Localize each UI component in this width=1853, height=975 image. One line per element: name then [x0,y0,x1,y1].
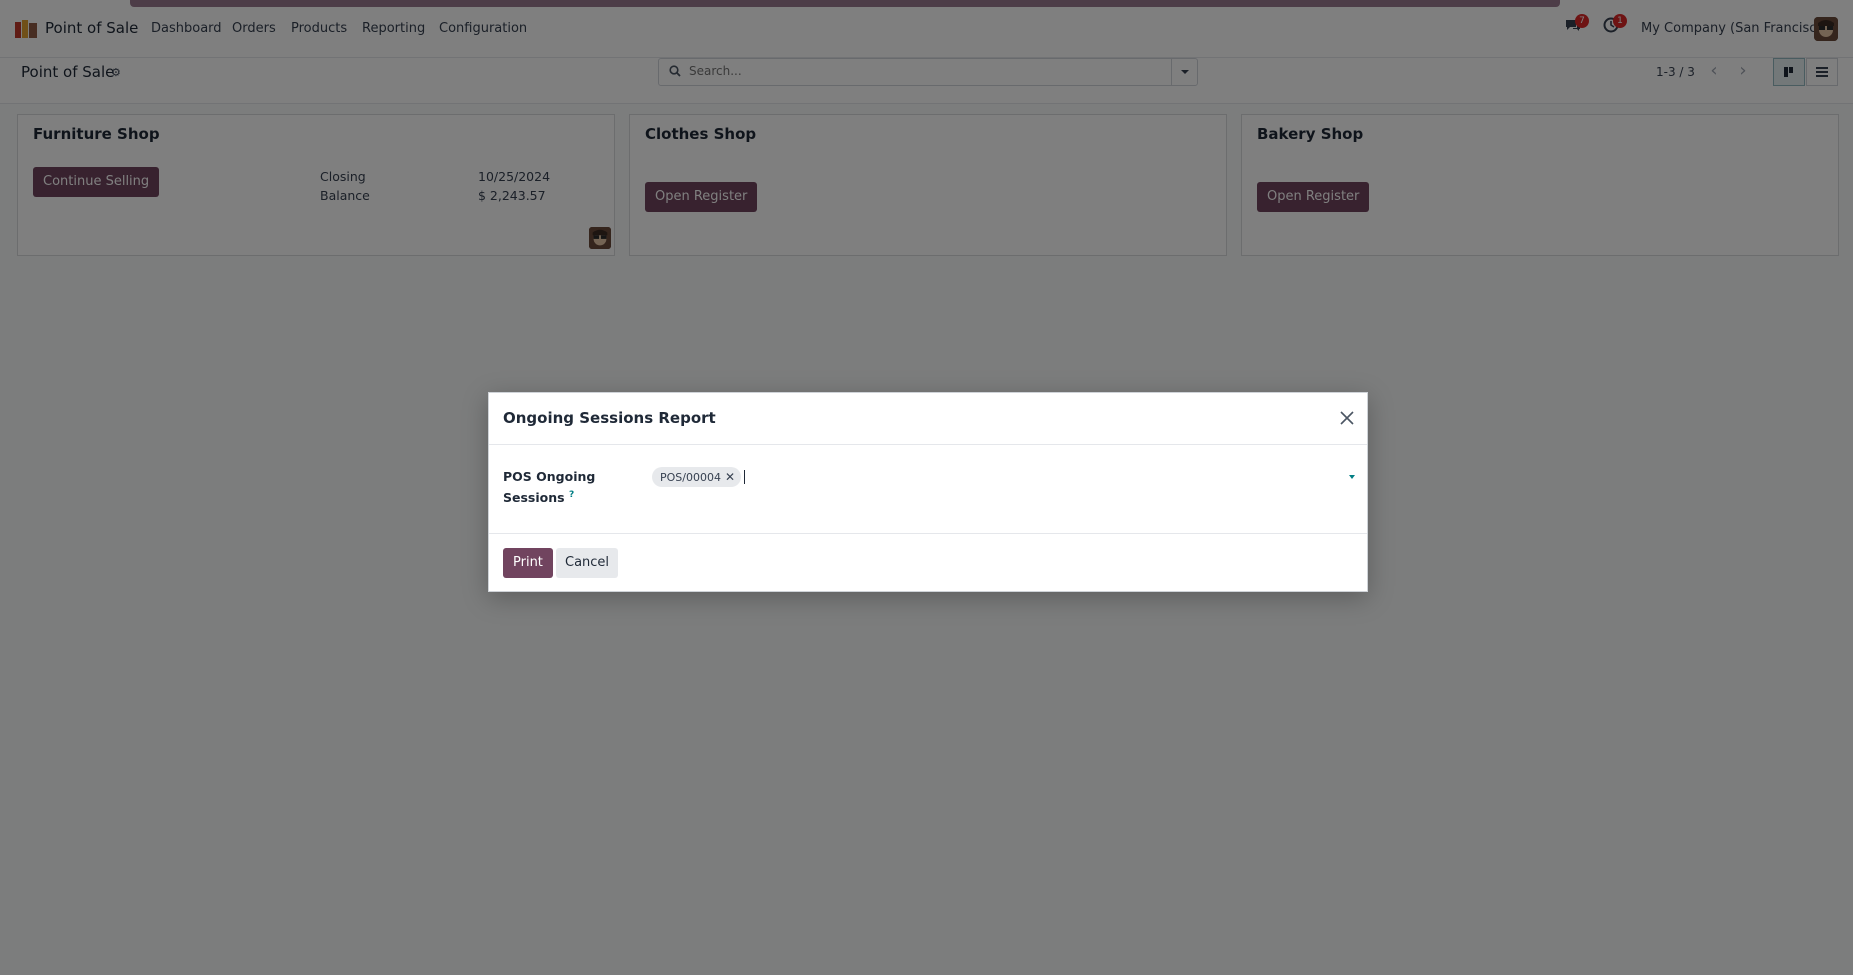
cancel-button[interactable]: Cancel [556,548,619,578]
print-button[interactable]: Print [503,548,553,578]
remove-tag-icon[interactable]: ✕ [725,470,735,484]
dialog-footer: Print Cancel [489,533,1367,591]
dialog-title: Ongoing Sessions Report [503,409,716,427]
field-label-text: POS Ongoing Sessions [503,469,596,506]
dialog-header: Ongoing Sessions Report [489,393,1367,445]
field-label: POS Ongoing Sessions ? [503,467,613,507]
ongoing-sessions-dialog: Ongoing Sessions Report POS Ongoing Sess… [488,392,1368,592]
help-tooltip-icon[interactable]: ? [569,490,574,500]
dropdown-arrow-icon[interactable] [1349,475,1355,479]
session-tag-label: POS/00004 [660,471,721,484]
session-tag: POS/00004 ✕ [652,467,742,487]
close-icon[interactable] [1339,410,1355,426]
text-cursor [744,470,745,484]
